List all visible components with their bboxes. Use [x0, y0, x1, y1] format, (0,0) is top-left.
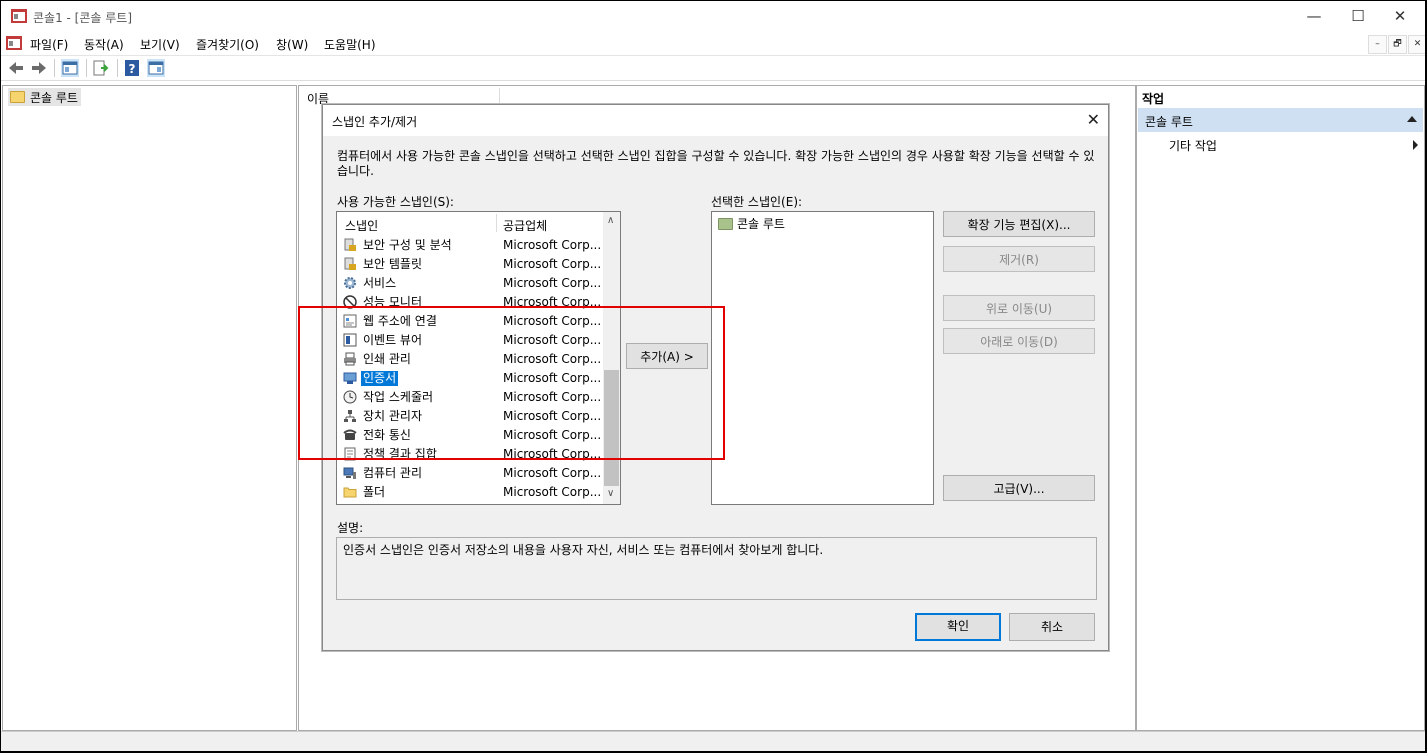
mdi-close-button[interactable]: ✕	[1408, 35, 1425, 54]
snapin-vendor: Microsoft Corp...	[503, 276, 602, 290]
list-item[interactable]: 콘솔 루트	[718, 215, 785, 232]
toolbar-separator	[86, 59, 87, 77]
column-separator	[496, 214, 497, 232]
mmc-menu-icon[interactable]	[6, 36, 22, 50]
column-separator	[499, 88, 500, 104]
minimize-button[interactable]: —	[1291, 1, 1337, 32]
menu-action[interactable]: 동작(A)	[84, 36, 124, 53]
snapin-name: 컴퓨터 관리	[363, 466, 423, 480]
show-hide-tree-icon[interactable]	[61, 59, 79, 77]
selected-snapins-label: 선택한 스냅인(E):	[711, 195, 803, 209]
move-down-button[interactable]: 아래로 이동(D)	[943, 328, 1095, 354]
toolbar-separator	[117, 59, 118, 77]
column-header-vendor[interactable]: 공급업체	[503, 217, 547, 234]
computer-management-icon	[343, 467, 356, 479]
cancel-button[interactable]: 취소	[1009, 613, 1095, 641]
advanced-button[interactable]: 고급(V)...	[943, 475, 1095, 501]
dialog-title: 스냅인 추가/제거	[332, 115, 418, 129]
tree-item-label: 콘솔 루트	[30, 90, 78, 105]
edit-extensions-button[interactable]: 확장 기능 편집(X)...	[943, 211, 1095, 237]
menu-window[interactable]: 창(W)	[276, 36, 308, 53]
gear-icon	[344, 277, 356, 289]
folder-icon	[10, 91, 25, 103]
folder-icon	[718, 217, 733, 230]
collapse-up-icon[interactable]	[1407, 116, 1417, 122]
list-item[interactable]: 컴퓨터 관리 Microsoft Corp...	[337, 464, 603, 483]
list-item[interactable]: 폴더 Microsoft Corp...	[337, 483, 603, 502]
mdi-restore-button[interactable]: 🗗	[1388, 35, 1407, 54]
move-up-button[interactable]: 위로 이동(U)	[943, 295, 1095, 321]
menu-file[interactable]: 파일(F)	[30, 36, 68, 53]
explanation-text: 인증서 스냅인은 인증서 저장소의 내용을 사용자 자신, 서비스 또는 컴퓨터…	[343, 543, 824, 557]
dialog-title-bar: 스냅인 추가/제거 ✕	[323, 105, 1108, 136]
snapin-vendor: Microsoft Corp...	[503, 466, 602, 480]
list-header: 스냅인 공급업체	[337, 212, 603, 234]
available-snapins-label: 사용 가능한 스냅인(S):	[337, 195, 454, 209]
security-lock-icon	[344, 238, 356, 251]
menu-view[interactable]: 보기(V)	[140, 36, 180, 53]
menu-help[interactable]: 도움말(H)	[324, 36, 376, 53]
svg-text:?: ?	[129, 62, 136, 76]
snapin-name: 보안 템플릿	[363, 257, 423, 271]
snapin-vendor: Microsoft Corp...	[503, 485, 602, 499]
actions-section-console-root[interactable]: 콘솔 루트	[1138, 108, 1423, 132]
console-tree-pane: 콘솔 루트	[2, 85, 297, 731]
toolbar: ?	[1, 56, 1425, 81]
submenu-arrow-icon[interactable]	[1413, 140, 1418, 150]
list-item[interactable]: 서비스 Microsoft Corp...	[337, 274, 603, 293]
actions-section-label: 콘솔 루트	[1145, 115, 1193, 129]
mmc-app-icon[interactable]	[11, 9, 27, 23]
close-button[interactable]: ✕	[1377, 1, 1423, 32]
dialog-close-icon[interactable]: ✕	[1087, 110, 1100, 129]
status-bar	[1, 731, 1425, 751]
snapin-name: 폴더	[363, 485, 386, 499]
mmc-window: 콘솔1 - [콘솔 루트] — ☐ ✕ 파일(F) 동작(A) 보기(V) 즐겨…	[1, 1, 1425, 751]
scroll-up-icon[interactable]: ∧	[607, 215, 614, 226]
help-icon[interactable]: ?	[123, 59, 141, 77]
column-header-snapin[interactable]: 스냅인	[345, 217, 378, 234]
list-item[interactable]: 보안 템플릿 Microsoft Corp...	[337, 255, 603, 274]
security-lock-icon	[344, 257, 356, 270]
window-title: 콘솔1 - [콘솔 루트]	[33, 11, 133, 25]
back-arrow-icon[interactable]	[7, 59, 25, 77]
selected-snapins-list[interactable]: 콘솔 루트	[711, 211, 934, 505]
show-hide-action-pane-icon[interactable]	[147, 59, 165, 77]
snapin-name: 서비스	[363, 276, 397, 290]
mdi-minimize-button[interactable]: –	[1368, 35, 1387, 54]
actions-title: 작업	[1142, 92, 1165, 106]
menu-favorites[interactable]: 즐겨찾기(O)	[196, 36, 259, 53]
folder-icon	[343, 487, 357, 498]
actions-item-more-actions[interactable]: 기타 작업	[1169, 137, 1217, 154]
snapin-name: 보안 구성 및 분석	[363, 238, 452, 252]
actions-pane: 작업 콘솔 루트 기타 작업	[1136, 85, 1425, 731]
title-bar: 콘솔1 - [콘솔 루트] — ☐ ✕	[1, 1, 1425, 32]
menu-bar: 파일(F) 동작(A) 보기(V) 즐겨찾기(O) 창(W) 도움말(H) – …	[1, 32, 1425, 56]
forward-arrow-icon[interactable]	[30, 59, 48, 77]
dialog-description: 컴퓨터에서 사용 가능한 콘솔 스냅인을 선택하고 선택한 스냅인 집합을 구성…	[337, 149, 1095, 178]
highlight-annotation-box	[298, 306, 725, 460]
snapin-vendor: Microsoft Corp...	[503, 238, 602, 252]
ok-button[interactable]: 확인	[915, 613, 1001, 641]
list-item[interactable]: 보안 구성 및 분석 Microsoft Corp...	[337, 236, 603, 255]
maximize-button[interactable]: ☐	[1335, 1, 1381, 32]
remove-button[interactable]: 제거(R)	[943, 246, 1095, 272]
scroll-down-icon[interactable]: ∨	[607, 488, 614, 499]
explanation-box: 인증서 스냅인은 인증서 저장소의 내용을 사용자 자신, 서비스 또는 컴퓨터…	[336, 537, 1097, 600]
tree-item-console-root[interactable]: 콘솔 루트	[8, 88, 81, 106]
toolbar-separator	[54, 59, 55, 77]
export-list-icon[interactable]	[92, 59, 110, 77]
snapin-vendor: Microsoft Corp...	[503, 257, 602, 271]
selected-snapin-name: 콘솔 루트	[737, 217, 785, 231]
explanation-label: 설명:	[337, 521, 364, 535]
